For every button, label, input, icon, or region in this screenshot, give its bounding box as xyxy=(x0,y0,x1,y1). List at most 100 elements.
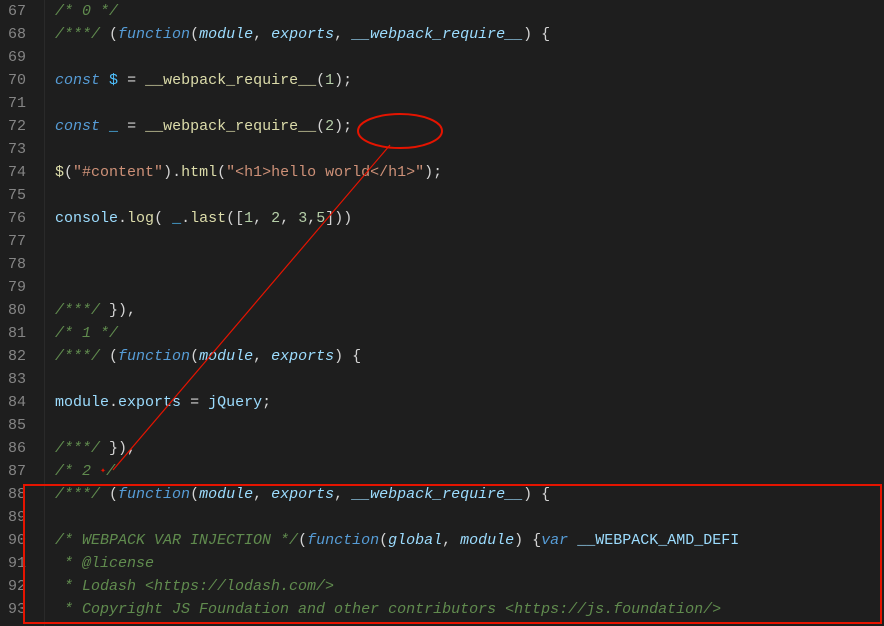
code-line xyxy=(55,230,884,253)
token xyxy=(568,532,577,549)
token: global xyxy=(388,532,442,549)
token: function xyxy=(118,26,190,43)
token: console xyxy=(55,210,118,227)
line-number: 90 xyxy=(8,529,26,552)
line-number: 80 xyxy=(8,299,26,322)
code-line: /***/ (function(module, exports, __webpa… xyxy=(55,483,884,506)
line-number: 72 xyxy=(8,115,26,138)
token: , xyxy=(307,210,316,227)
code-line xyxy=(55,138,884,161)
token: = xyxy=(118,118,145,135)
token: ( xyxy=(154,210,172,227)
token: /* WEBPACK VAR INJECTION */ xyxy=(55,532,298,549)
code-line: const _ = __webpack_require__(2); xyxy=(55,115,884,138)
token: ( xyxy=(109,348,118,365)
code-line: /* 1 */ xyxy=(55,322,884,345)
code-line: module.exports = jQuery; xyxy=(55,391,884,414)
token-comment: * Lodash <https://lodash.com/> xyxy=(55,578,334,595)
token: 1 xyxy=(244,210,253,227)
line-number: 79 xyxy=(8,276,26,299)
code-line: /***/ (function(module, exports) { xyxy=(55,345,884,368)
token: exports xyxy=(271,26,334,43)
token: ( xyxy=(64,164,73,181)
line-number: 76 xyxy=(8,207,26,230)
token: exports xyxy=(271,348,334,365)
token: exports xyxy=(118,394,181,411)
token: ); xyxy=(424,164,442,181)
code-line: $("#content").html("<h1>hello world</h1>… xyxy=(55,161,884,184)
token: . xyxy=(118,210,127,227)
token: ) { xyxy=(514,532,541,549)
line-number: 68 xyxy=(8,23,26,46)
token: __webpack_require__ xyxy=(352,26,523,43)
token: function xyxy=(307,532,379,549)
token: ( xyxy=(217,164,226,181)
code-line: /* WEBPACK VAR INJECTION */(function(glo… xyxy=(55,529,884,552)
token: , xyxy=(334,486,352,503)
token: _ xyxy=(172,210,181,227)
token: exports xyxy=(271,486,334,503)
token: $ xyxy=(55,164,64,181)
token xyxy=(100,72,109,89)
token-comment: * @license xyxy=(55,555,154,572)
token: ( xyxy=(109,486,118,503)
code-line: const $ = __webpack_require__(1); xyxy=(55,69,884,92)
line-number: 71 xyxy=(8,92,26,115)
token: 2 xyxy=(271,210,280,227)
code-line: /* 2 ✦/ xyxy=(55,460,884,483)
code-line xyxy=(55,184,884,207)
token: 3 xyxy=(298,210,307,227)
line-number: 70 xyxy=(8,69,26,92)
token: ) { xyxy=(523,486,550,503)
token: = xyxy=(118,72,145,89)
token: log xyxy=(127,210,154,227)
token: "#content" xyxy=(73,164,163,181)
code-line: console.log( _.last([1, 2, 3,5])) xyxy=(55,207,884,230)
line-number: 85 xyxy=(8,414,26,437)
token: module xyxy=(460,532,514,549)
token: ; xyxy=(262,394,271,411)
code-line: * Copyright JS Foundation and other cont… xyxy=(55,598,884,621)
token: ( xyxy=(316,118,325,135)
token: $ xyxy=(109,72,118,89)
token: jQuery xyxy=(208,394,262,411)
token: ) { xyxy=(523,26,550,43)
token: __webpack_require__ xyxy=(352,486,523,503)
token: ( xyxy=(190,348,199,365)
line-number: 91 xyxy=(8,552,26,575)
token: }), xyxy=(109,302,136,319)
code-line: /***/ (function(module, exports, __webpa… xyxy=(55,23,884,46)
token: /***/ xyxy=(55,440,109,457)
code-line xyxy=(55,253,884,276)
token: /***/ xyxy=(55,302,109,319)
code-content[interactable]: /* 0 */ /***/ (function(module, exports, … xyxy=(45,0,884,626)
token: module xyxy=(55,394,109,411)
token: __webpack_require__ xyxy=(145,72,316,89)
token: . xyxy=(181,210,190,227)
token: "<h1>hello world</h1>" xyxy=(226,164,424,181)
token: ([ xyxy=(226,210,244,227)
token: ])) xyxy=(325,210,352,227)
line-number: 82 xyxy=(8,345,26,368)
code-line xyxy=(55,368,884,391)
code-line: /***/ }), xyxy=(55,299,884,322)
line-number: 77 xyxy=(8,230,26,253)
token: const xyxy=(55,118,100,135)
code-line: * @license xyxy=(55,552,884,575)
token: ( xyxy=(109,26,118,43)
token: __WEBPACK_AMD_DEFI xyxy=(577,532,739,549)
line-number: 93 xyxy=(8,598,26,621)
token: ( xyxy=(190,26,199,43)
code-editor[interactable]: 6768697071727374757677787980818283848586… xyxy=(0,0,884,626)
token xyxy=(100,118,109,135)
token: ). xyxy=(163,164,181,181)
token: html xyxy=(181,164,217,181)
token: 2 xyxy=(325,118,334,135)
line-number: 81 xyxy=(8,322,26,345)
token: const xyxy=(55,72,100,89)
line-number: 89 xyxy=(8,506,26,529)
token: /***/ xyxy=(55,348,109,365)
code-line: * Lodash <https://lodash.com/> xyxy=(55,575,884,598)
line-number: 83 xyxy=(8,368,26,391)
token-comment: /* 0 */ xyxy=(55,3,118,20)
